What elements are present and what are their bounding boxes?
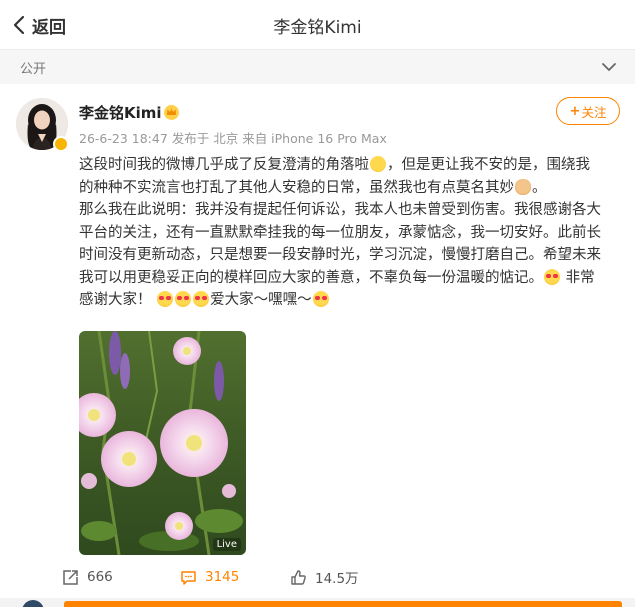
doge-emoji-icon: [515, 178, 531, 195]
text-line: 这段时间我的微博几乎成了反复澄清的角落啦 ，但是更让我不安的是，围绕我: [79, 156, 590, 173]
bottom-comment-bar: [0, 598, 635, 607]
post-actions: 666 3145 14.5万: [0, 562, 635, 592]
live-photo-badge: Live: [212, 538, 241, 551]
plus-icon: +: [569, 103, 581, 119]
love-emoji-icon: [157, 291, 174, 307]
comment-button[interactable]: 3145: [180, 567, 239, 587]
comment-input-bar[interactable]: [64, 601, 622, 607]
crown-icon: [164, 105, 179, 120]
follow-label: 关注: [581, 104, 607, 120]
love-emoji-icon: [312, 291, 329, 307]
text-line: 感谢大家！ 爱大家～嘿嘿～: [79, 289, 624, 312]
visibility-label: 公开: [20, 62, 47, 77]
laugh-emoji-icon: [370, 156, 386, 172]
repost-icon: [63, 569, 78, 585]
love-emoji-icon: [544, 268, 560, 285]
text-line: 的种种不实流言也打乱了其他人安稳的日常，虽然我也有点莫名其妙。: [79, 178, 547, 196]
like-button[interactable]: 14.5万: [290, 567, 359, 587]
post-meta: 26-6-23 18:47 发布于 北京 来自 iPhone 16 Pro Ma…: [79, 131, 387, 146]
text-line: 时间没有更新动态，只是想要一段安静时光，学习沉淀，慢慢打磨自己。希望未来: [79, 247, 601, 263]
post-card: 李金铭Kimi 26-6-23 18:47 发布于 北京 来自 iPhone 1…: [0, 84, 635, 607]
visibility-selector[interactable]: 公开: [0, 50, 635, 84]
comment-icon: [181, 570, 196, 585]
comment-count: 3145: [205, 569, 240, 585]
verified-badge-icon: [53, 136, 69, 152]
repost-button[interactable]: 666: [62, 567, 113, 587]
like-count: 14.5万: [315, 571, 359, 587]
page-title: 李金铭Kimi: [273, 18, 362, 38]
love-emoji-icon: [193, 291, 210, 307]
top-nav-bar: 返回 李金铭Kimi: [0, 0, 635, 50]
repost-count: 666: [87, 569, 113, 585]
chevron-down-icon: [602, 63, 616, 71]
post-text: 这段时间我的微博几乎成了反复澄清的角落啦 ，但是更让我不安的是，围绕我 的种种不实…: [79, 154, 624, 312]
text-line: 我可以用更稳妥正向的模样回应大家的善意，不辜负每一份温暖的惦记。 非常: [79, 268, 595, 286]
author-name[interactable]: 李金铭Kimi: [79, 102, 162, 123]
post-photo[interactable]: Live: [79, 331, 246, 555]
love-emoji-icon: [175, 291, 192, 307]
text-line: 那么我在此说明：我并没有提起任何诉讼，我本人也未曾受到伤害。我很感谢各大: [79, 202, 601, 218]
avatar[interactable]: [22, 600, 44, 607]
text-line: 平台的关注，还有一直默默牵挂我的每一位朋友，承蒙惦念，我一切安好。此前长: [79, 224, 601, 241]
follow-button[interactable]: + 关注: [556, 97, 620, 125]
like-icon: [291, 569, 306, 585]
